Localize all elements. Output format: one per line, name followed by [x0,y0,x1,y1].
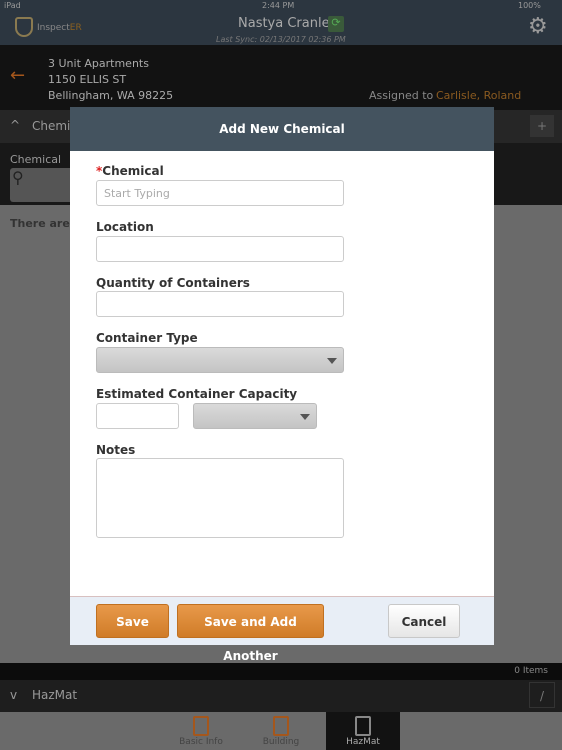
hazmat-title: HazMat [32,688,78,702]
address-panel: ← 3 Unit Apartments 1150 ELLIS ST Bellin… [0,45,562,110]
filter-label: Chemical [10,153,62,166]
bottom-tab-bar: Basic Info Building HazMat [0,712,562,750]
quantity-label: Quantity of Containers [96,276,250,290]
tab-label: Basic Info [179,737,223,747]
dropdown-caret-icon [300,414,310,420]
clock: 2:44 PM [262,1,295,10]
capacity-label: Estimated Container Capacity [96,387,298,401]
street: 1150 ELLIS ST [48,73,127,86]
edit-icon[interactable]: / [529,682,555,708]
save-and-add-another-button[interactable]: Save and Add Another [177,604,324,663]
dialog-footer: Save Save and Add Another Cancel [70,596,494,663]
tab-building[interactable]: Building [244,712,318,750]
hazmat-icon [355,716,371,736]
capacity-unit-select[interactable] [193,403,317,429]
battery: 100% [518,1,541,10]
assigned-name[interactable]: Carlisle, Roland [436,89,521,102]
location-label: Location [96,220,154,234]
dropdown-caret-icon [327,358,337,364]
building-tools-icon [273,716,289,736]
app-header: InspectER Nastya Cranley ⟳ Last Sync: 02… [0,12,562,45]
add-chemical-dialog: Add New Chemical *Chemical Start Typing … [70,107,494,663]
tab-basic-info[interactable]: Basic Info [164,712,238,750]
back-arrow-icon[interactable]: ← [10,65,25,86]
tab-hazmat[interactable]: HazMat [326,712,400,750]
location-input[interactable] [96,236,344,262]
tab-label: Building [262,737,300,747]
chemical-input[interactable]: Start Typing [96,180,344,206]
property-type: 3 Unit Apartments [48,57,149,70]
user-name: Nastya Cranley [238,16,338,31]
container-type-select[interactable] [96,347,344,373]
chevron-down-icon[interactable]: v [10,688,17,702]
capacity-input[interactable] [96,403,179,429]
cancel-button[interactable]: Cancel [388,604,460,638]
add-button[interactable]: + [530,115,554,137]
last-sync: Last Sync: 02/13/2017 02:36 PM [216,35,346,44]
notes-label: Notes [96,443,136,457]
sync-icon[interactable]: ⟳ [328,16,344,32]
dialog-title: Add New Chemical [70,107,494,151]
notes-textarea[interactable] [96,458,344,538]
city: Bellingham, WA 98225 [48,89,174,102]
info-document-icon [193,716,209,736]
gear-icon[interactable]: ⚙ [528,14,548,39]
status-bar: iPad 2:44 PM 100% [0,0,562,12]
container-type-label: Container Type [96,331,198,345]
items-count: 0 Items [514,666,548,676]
tab-label: HazMat [346,737,380,747]
app-logo: InspectER [37,23,82,33]
items-footer: 0 Items [0,663,562,680]
search-icon: ⚲ [12,168,24,187]
device-label: iPad [4,1,21,10]
hazmat-section-bar[interactable]: v HazMat / [0,680,562,712]
shield-logo-icon [15,17,33,37]
quantity-input[interactable] [96,291,344,317]
chemical-label: *Chemical [96,164,164,178]
assigned-label: Assigned to [369,89,434,102]
chevron-up-icon[interactable]: ^ [10,118,20,132]
save-button[interactable]: Save [96,604,169,638]
